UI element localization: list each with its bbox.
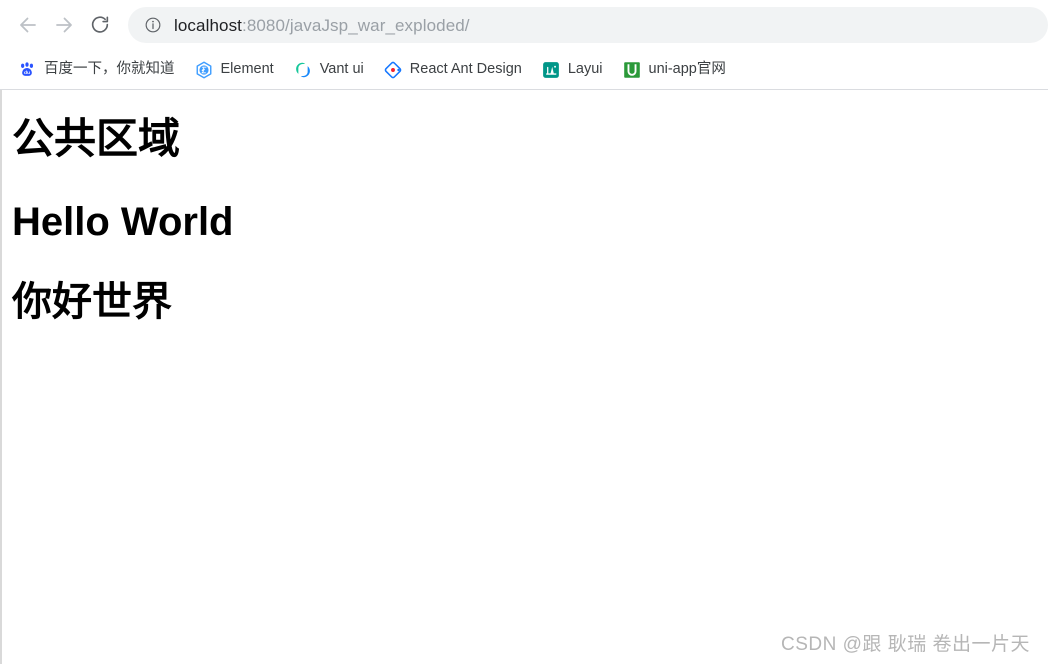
page-heading-hello-world: Hello World — [12, 200, 234, 245]
address-bar-url: localhost:8080/javaJsp_war_exploded/ — [174, 17, 470, 34]
address-bar[interactable]: localhost:8080/javaJsp_war_exploded/ — [128, 7, 1048, 43]
url-path: :8080/javaJsp_war_exploded/ — [242, 15, 470, 35]
bookmarks-bar: du 百度一下，你就知道 Element Vant ui React Ant D… — [0, 50, 1048, 90]
bookmark-label: Element — [220, 61, 274, 78]
bookmark-label: Vant ui — [319, 61, 364, 78]
url-host: localhost — [174, 15, 242, 35]
browser-chrome: localhost:8080/javaJsp_war_exploded/ du … — [0, 0, 1048, 90]
bookmark-react-ant-design[interactable]: React Ant Design — [376, 56, 530, 84]
page-heading-hello-world-chinese: 你好世界 — [12, 280, 172, 325]
ant-design-icon — [384, 61, 402, 79]
forward-button[interactable] — [46, 7, 82, 43]
bookmark-vant-ui[interactable]: Vant ui — [286, 56, 372, 84]
vant-icon — [294, 61, 312, 79]
element-icon — [195, 60, 213, 79]
site-info-icon[interactable] — [144, 16, 162, 34]
bookmark-label: Layui — [567, 61, 603, 78]
bookmark-element[interactable]: Element — [187, 56, 282, 84]
layui-icon — [542, 61, 560, 79]
bookmark-label: React Ant Design — [409, 61, 522, 78]
uni-app-icon — [623, 61, 641, 79]
back-arrow-icon — [16, 13, 40, 37]
bookmark-label: 百度一下，你就知道 — [44, 61, 175, 78]
bookmark-layui[interactable]: Layui — [534, 56, 611, 84]
bookmark-baidu[interactable]: du 百度一下，你就知道 — [10, 56, 183, 84]
svg-text:du: du — [24, 70, 30, 76]
reload-icon — [89, 14, 111, 36]
page-heading-public-area: 公共区域 — [12, 115, 181, 162]
reload-button[interactable] — [82, 7, 118, 43]
bookmark-uni-app[interactable]: uni-app官网 — [615, 56, 734, 84]
bookmark-label: uni-app官网 — [648, 61, 726, 78]
baidu-icon: du — [18, 61, 36, 79]
csdn-watermark: CSDN @跟 耿瑞 卷出一片天 — [781, 634, 1030, 655]
page-content: 公共区域 Hello World 你好世界 — [2, 90, 1048, 324]
browser-toolbar: localhost:8080/javaJsp_war_exploded/ — [0, 0, 1048, 50]
forward-arrow-icon — [52, 13, 76, 37]
page-viewport: 公共区域 Hello World 你好世界 CSDN @跟 耿瑞 卷出一片天 — [0, 90, 1048, 664]
back-button[interactable] — [10, 7, 46, 43]
